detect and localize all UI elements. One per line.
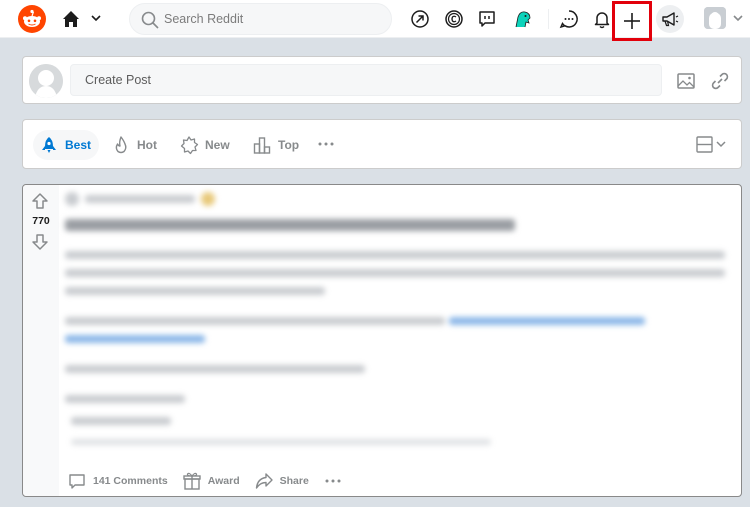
create-post-card [22, 56, 742, 104]
more-options-icon[interactable] [316, 134, 336, 154]
upvote-arrow-icon[interactable] [30, 191, 50, 211]
avatar[interactable] [29, 64, 63, 98]
post-footer: 141 Comments Award Share [65, 469, 361, 493]
chevron-down-icon[interactable] [89, 11, 103, 25]
post-more-options-icon[interactable] [321, 469, 355, 493]
coins-icon[interactable] [443, 8, 465, 30]
share-arrow-icon [255, 473, 273, 489]
view-layout-button[interactable] [695, 135, 731, 155]
award-button[interactable]: Award [180, 469, 246, 493]
header-divider [548, 9, 549, 29]
sort-best[interactable]: Best [33, 130, 100, 160]
sort-label: Top [278, 138, 300, 152]
post-card[interactable]: 770 141 Comments Award Share [22, 184, 742, 497]
sort-label: Best [65, 138, 92, 152]
notification-bell-icon[interactable] [591, 8, 613, 30]
share-button[interactable]: Share [252, 469, 315, 493]
vote-score: 770 [32, 215, 50, 227]
home-icon[interactable] [60, 8, 82, 30]
sort-top[interactable]: Top [246, 130, 307, 160]
gift-icon [183, 472, 201, 490]
rocket-icon [42, 137, 56, 153]
search-icon [140, 10, 160, 30]
user-avatar[interactable] [704, 7, 726, 29]
vote-column: 770 [23, 185, 59, 496]
sort-label: New [205, 138, 230, 152]
sort-new[interactable]: New [173, 130, 238, 160]
create-post-input[interactable] [70, 64, 662, 96]
sort-hot[interactable]: Hot [105, 130, 165, 160]
share-label: Share [279, 475, 309, 487]
top-header [0, 0, 750, 41]
card-layout-icon [696, 136, 726, 153]
megaphone-icon [662, 12, 679, 27]
comments-label: 141 Comments [93, 475, 168, 487]
search-bar[interactable] [129, 3, 392, 35]
top-chart-icon [253, 137, 271, 154]
comment-icon [69, 474, 85, 489]
blurred-post-content [63, 189, 733, 459]
chat-icon[interactable] [558, 8, 580, 30]
sort-bar: Best Hot New Top [22, 119, 742, 169]
reddit-logo-icon[interactable] [18, 5, 46, 33]
flame-icon [115, 136, 127, 154]
chevron-down-icon[interactable] [731, 11, 745, 25]
plus-icon [624, 13, 640, 29]
popular-icon[interactable] [409, 8, 431, 30]
comments-button[interactable]: 141 Comments [65, 469, 174, 493]
sort-label: Hot [137, 138, 157, 152]
image-upload-icon[interactable] [675, 70, 697, 92]
award-label: Award [207, 475, 240, 487]
advertise-button[interactable] [656, 5, 684, 33]
link-icon[interactable] [709, 70, 731, 92]
downvote-arrow-icon[interactable] [30, 232, 50, 252]
create-post-button[interactable] [612, 1, 652, 41]
talk-icon[interactable] [476, 8, 498, 30]
burst-icon [180, 136, 199, 155]
predictions-icon[interactable] [512, 8, 534, 30]
search-input[interactable] [164, 9, 384, 29]
